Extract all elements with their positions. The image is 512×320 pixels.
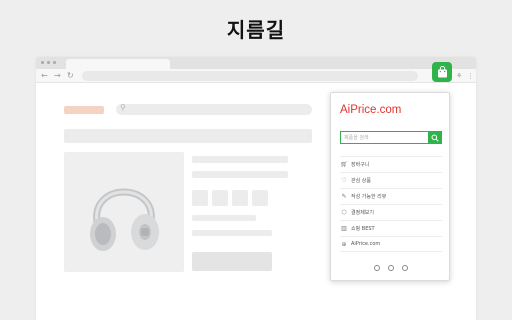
menu-item-wishlist[interactable]: ♡ 관심 상품 xyxy=(340,172,442,188)
extension-popup: AiPrice.com 🛒︎장바구니 ♡ 관심 상품 ✎ 작성 가능한 리뷰 ⬡ 결정… xyxy=(330,92,450,281)
page-headline: 지름길 xyxy=(226,18,286,42)
menu-item-label: 작성 가능한 리뷰 xyxy=(351,194,387,200)
reload-icon[interactable]: ↻ xyxy=(67,69,74,83)
brand-prefix: Ai xyxy=(340,104,351,116)
brand-logo[interactable]: AiPrice.com xyxy=(340,104,401,116)
popup-search-input[interactable] xyxy=(340,131,428,144)
text-placeholder xyxy=(192,215,256,221)
menu-item-label: 장바구니 xyxy=(351,162,370,168)
window-controls[interactable] xyxy=(41,61,56,64)
search-placeholder: ⚲ xyxy=(116,103,312,115)
help-icon[interactable] xyxy=(388,265,394,271)
link-icon: ⊕ xyxy=(341,240,347,248)
popup-menu: 🛒︎ 장바구니 ♡ 관심 상품 ✎ 작성 가능한 리뷰 ⬡ 결정제보기 ▥ 쇼핑 BEST… xyxy=(340,156,442,252)
shopping-bag-icon xyxy=(437,66,447,78)
browser-tab[interactable] xyxy=(66,59,170,69)
menu-item-label: 관심 상품 xyxy=(351,178,371,184)
menu-item-label: AiPrice.com xyxy=(351,241,381,247)
banner-placeholder xyxy=(64,129,312,143)
popup-search xyxy=(340,131,442,144)
comment-icon: ✎ xyxy=(341,193,347,200)
cart-icon: 🛒︎ xyxy=(340,161,348,168)
menu-item-site[interactable]: ⊕ AiPrice.com xyxy=(340,236,442,252)
menu-item-label: 쇼핑 BEST xyxy=(351,226,375,232)
extension-shopping-bag-button[interactable] xyxy=(432,62,452,82)
option-placeholder xyxy=(252,190,268,206)
trophy-icon: ▥ xyxy=(341,225,347,232)
maximize-dot[interactable] xyxy=(53,61,56,64)
box-icon: ⬡ xyxy=(341,209,347,216)
title-placeholder xyxy=(192,156,288,163)
minimize-dot[interactable] xyxy=(47,61,50,64)
tab-bar xyxy=(36,57,476,69)
product-image xyxy=(64,152,184,272)
menu-item-reviews[interactable]: ✎ 작성 가능한 리뷰 xyxy=(340,188,442,204)
headphones-icon xyxy=(90,188,159,251)
address-bar[interactable] xyxy=(82,71,418,81)
brand-main: Price.com xyxy=(350,104,402,116)
settings-icon[interactable] xyxy=(374,265,380,271)
feedback-icon[interactable] xyxy=(402,265,408,271)
option-placeholder xyxy=(232,190,248,206)
close-dot[interactable] xyxy=(41,61,44,64)
browser-toolbar: ← → ↻ ⚘ ⋮ xyxy=(36,69,476,83)
menu-item-best[interactable]: ▥ 쇼핑 BEST xyxy=(340,220,442,236)
menu-item-label: 결정제보기 xyxy=(351,210,375,216)
option-placeholder xyxy=(212,190,228,206)
back-icon[interactable]: ← xyxy=(41,69,48,83)
menu-item-cart[interactable]: 🛒︎ 장바구니 xyxy=(340,156,442,172)
text-placeholder xyxy=(192,230,272,236)
subtitle-placeholder xyxy=(192,171,288,178)
logo-placeholder xyxy=(64,106,104,114)
buy-button-placeholder xyxy=(192,252,272,271)
option-placeholder xyxy=(192,190,208,206)
heart-icon: ♡ xyxy=(341,177,347,184)
search-icon xyxy=(431,134,439,142)
popup-footer xyxy=(331,265,451,271)
popup-search-button[interactable] xyxy=(428,131,442,144)
puzzle-icon[interactable]: ⚘ xyxy=(456,69,462,83)
search-icon: ⚲ xyxy=(120,103,126,112)
menu-item-decision[interactable]: ⬡ 결정제보기 xyxy=(340,204,442,220)
menu-icon[interactable]: ⋮ xyxy=(467,69,474,83)
forward-icon[interactable]: → xyxy=(54,69,61,83)
